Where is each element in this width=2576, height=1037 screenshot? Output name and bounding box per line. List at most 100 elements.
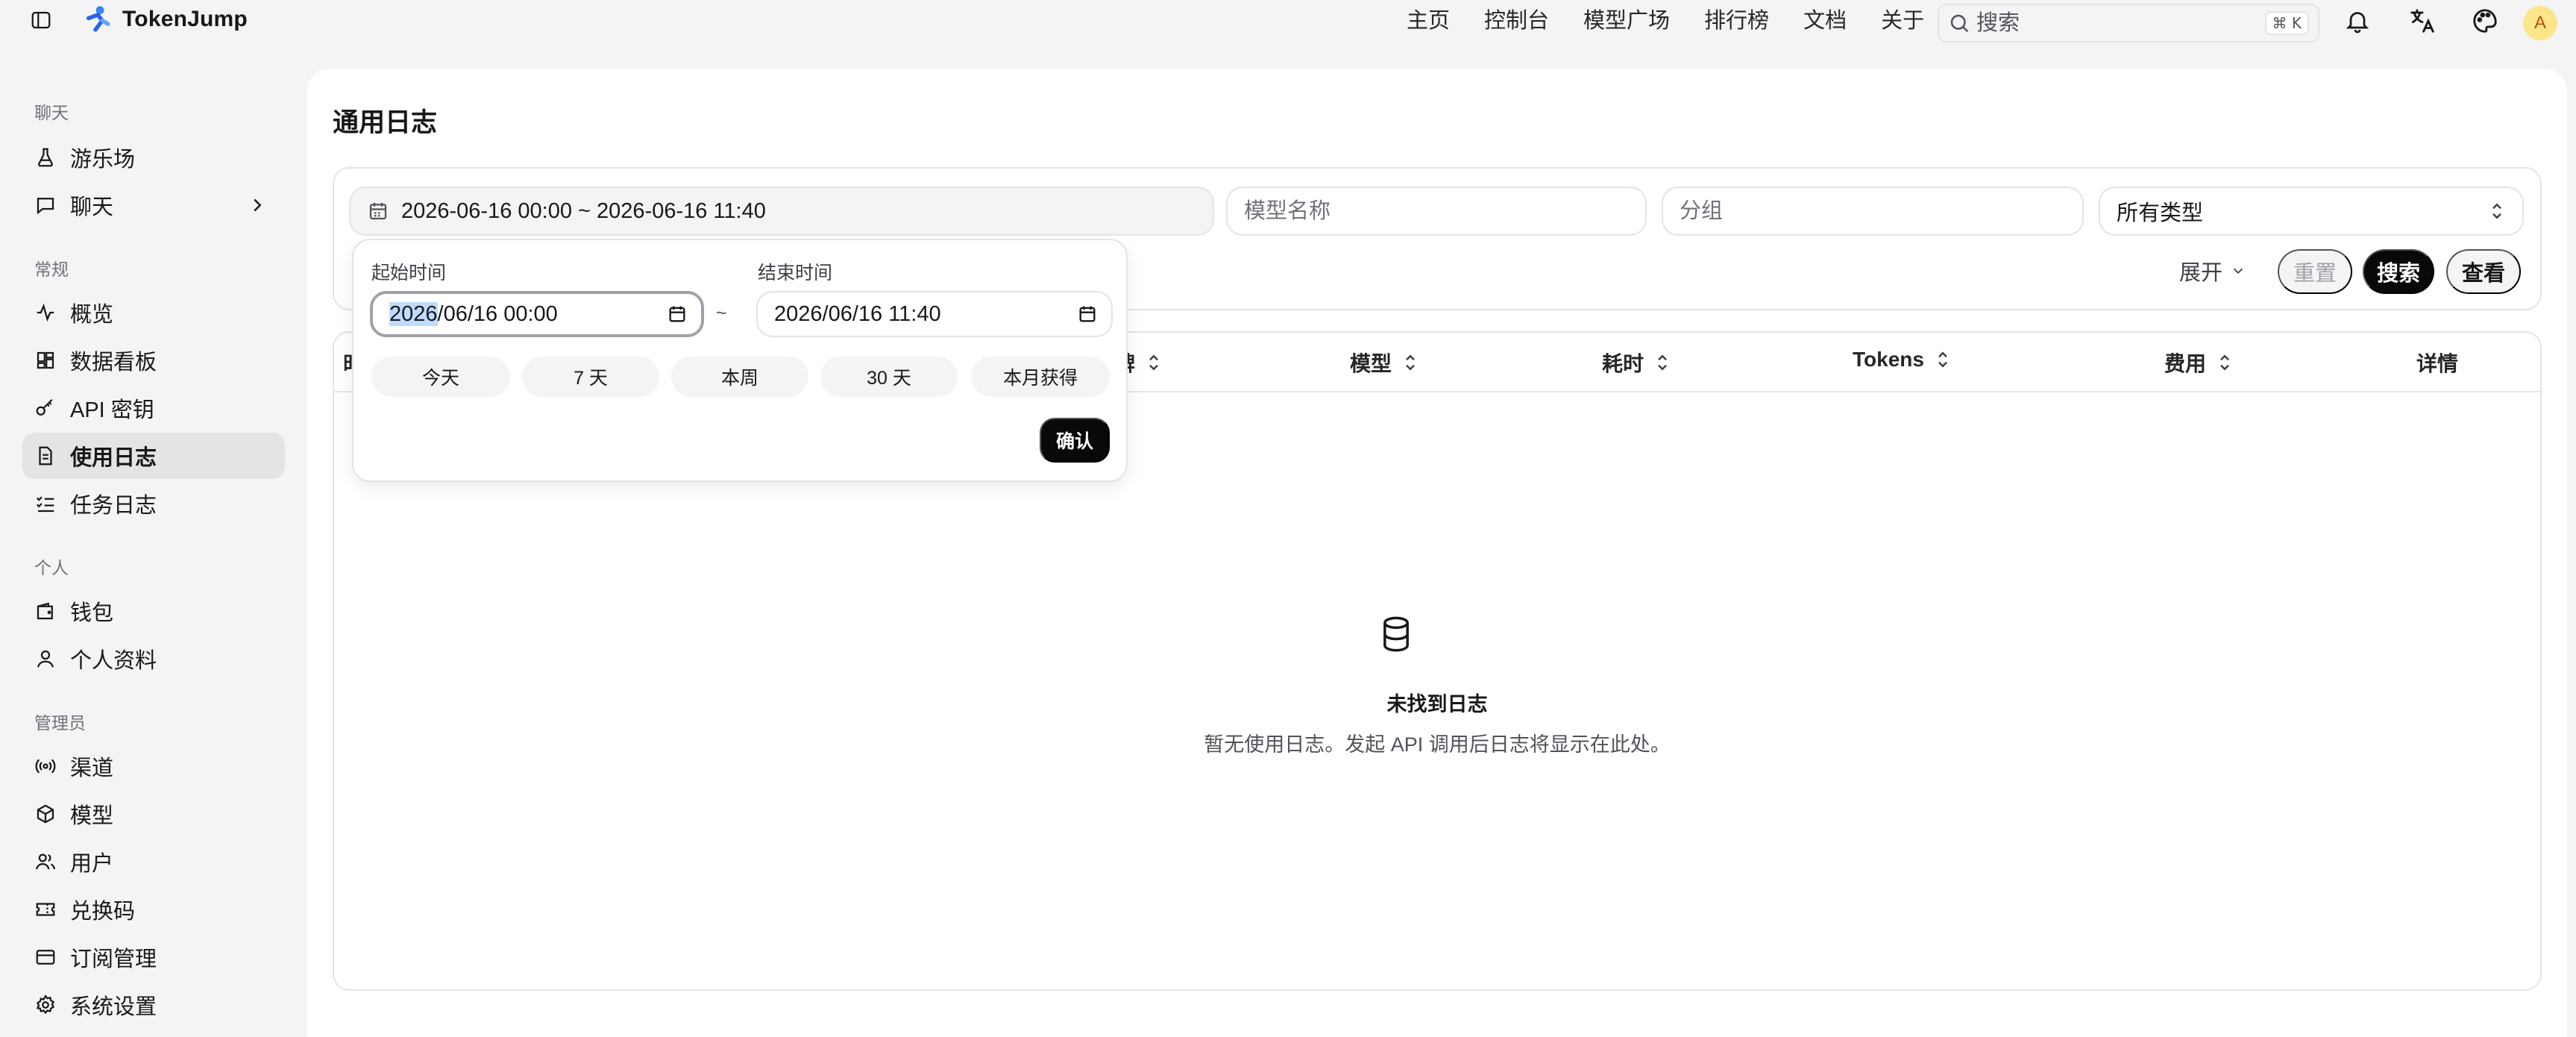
message-icon xyxy=(37,198,54,215)
start-datetime-rest: /06/16 00:00 xyxy=(437,301,558,326)
sidebar-item-label: 个人资料 xyxy=(70,649,157,673)
chevron-right-icon[interactable] xyxy=(246,194,268,216)
sidebar-item-wallet[interactable]: 钱包 xyxy=(22,588,285,634)
column-header-tokens[interactable]: Tokens xyxy=(1853,348,1951,372)
column-header-model[interactable]: 模型 xyxy=(1350,348,1419,377)
nav-model-square[interactable]: 模型广场 xyxy=(1583,6,1670,36)
quick-range-this-month[interactable]: 本月获得 xyxy=(971,357,1110,397)
bell-icon xyxy=(2346,12,2369,34)
view-button[interactable]: 查看 xyxy=(2446,249,2521,294)
model-name-field[interactable] xyxy=(1226,187,1647,236)
group-input[interactable] xyxy=(1680,198,2066,224)
sort-icon xyxy=(1149,354,1158,371)
search-icon xyxy=(1950,14,1969,33)
sidebar-item-label: 游乐场 xyxy=(70,148,136,172)
sidebar-item-api-keys[interactable]: API 密钥 xyxy=(22,385,285,431)
sidebar-item-task-logs[interactable]: 任务日志 xyxy=(22,480,285,527)
empty-state-title: 未找到日志 xyxy=(1386,693,1488,715)
radio-icon xyxy=(35,759,56,774)
expand-label: 展开 xyxy=(2179,261,2223,285)
reset-button[interactable]: 重置 xyxy=(2278,249,2352,294)
box-icon xyxy=(37,804,54,824)
log-type-value: 所有类型 xyxy=(2117,201,2204,225)
sidebar-item-dashboard[interactable]: 数据看板 xyxy=(22,337,285,383)
sidebar-item-label: 系统设置 xyxy=(70,995,157,1019)
sidebar-group-admin: 管理员 xyxy=(34,713,86,733)
quick-range-30-days[interactable]: 30 天 xyxy=(820,357,958,397)
list-check-icon xyxy=(36,496,54,513)
column-header-cost[interactable]: 费用 xyxy=(2164,348,2233,377)
database-icon xyxy=(1383,616,1409,652)
sidebar-item-playground[interactable]: 游乐场 xyxy=(22,134,285,181)
wallet-icon xyxy=(37,602,53,620)
range-separator: ~ xyxy=(716,303,727,324)
sidebar-item-profile[interactable]: 个人资料 xyxy=(22,636,285,682)
quick-range-7-days[interactable]: 7 天 xyxy=(522,357,659,397)
sidebar-group-personal: 个人 xyxy=(34,558,69,577)
empty-state-description: 暂无使用日志。发起 API 调用后日志将显示在此处。 xyxy=(1204,733,1671,756)
confirm-button[interactable]: 确认 xyxy=(1040,418,1110,463)
date-range-field[interactable]: 2026-06-16 00:00 ~ 2026-06-16 11:40 xyxy=(349,187,1214,236)
start-year-segment[interactable]: 2026 xyxy=(389,301,438,326)
chevron-down-icon xyxy=(2233,268,2243,275)
date-range-value: 2026-06-16 00:00 ~ 2026-06-16 11:40 xyxy=(401,198,766,223)
log-type-select[interactable]: 所有类型 xyxy=(2099,187,2524,236)
end-datetime-input[interactable]: 2026/06/16 11:40 xyxy=(756,291,1113,337)
search-shortcut-badge: ⌘ K xyxy=(2264,11,2309,35)
sidebar-item-label: 渠道 xyxy=(70,756,114,780)
language-button[interactable] xyxy=(2407,6,2437,36)
sidebar-item-redeem-codes[interactable]: 兑换码 xyxy=(22,886,285,933)
sort-icon xyxy=(2220,354,2229,371)
quick-range-this-week[interactable]: 本周 xyxy=(671,357,808,397)
expand-toggle[interactable]: 展开 xyxy=(2179,255,2246,286)
top-bar: TokenJump 主页 控制台 模型广场 排行榜 文档 关于 ⌘ K A xyxy=(0,0,2576,43)
brand[interactable]: TokenJump xyxy=(84,4,248,34)
sidebar-item-usage-logs[interactable]: 使用日志 xyxy=(22,433,285,479)
sidebar-item-label: 用户 xyxy=(70,852,114,876)
sidebar-item-overview[interactable]: 概览 xyxy=(22,289,285,336)
sidebar-toggle-icon[interactable] xyxy=(28,9,54,31)
sort-icon xyxy=(1658,354,1667,371)
nav-docs[interactable]: 文档 xyxy=(1803,6,1847,36)
nav-leaderboard[interactable]: 排行榜 xyxy=(1704,6,1769,36)
sidebar-item-subscriptions[interactable]: 订阅管理 xyxy=(22,934,285,980)
group-field[interactable] xyxy=(1662,187,2084,236)
notifications-button[interactable] xyxy=(2343,6,2372,36)
key-icon xyxy=(36,398,53,416)
search-input[interactable] xyxy=(1976,10,2265,36)
nav-about[interactable]: 关于 xyxy=(1881,6,1924,36)
sort-icon xyxy=(1938,351,1947,368)
sidebar-item-label: 数据看板 xyxy=(70,351,157,375)
sidebar-group-chat: 聊天 xyxy=(34,103,69,122)
global-search[interactable]: ⌘ K xyxy=(1938,4,2319,43)
sidebar-item-models[interactable]: 模型 xyxy=(22,791,285,837)
sidebar-item-label: 任务日志 xyxy=(70,494,157,518)
search-button[interactable]: 搜索 xyxy=(2363,249,2434,294)
sort-icon xyxy=(1406,354,1415,371)
sidebar-item-label: 模型 xyxy=(70,804,114,828)
nav-home[interactable]: 主页 xyxy=(1407,6,1450,36)
calendar-icon[interactable] xyxy=(1077,304,1098,325)
start-datetime-input[interactable]: 2026/06/16 00:00 xyxy=(370,291,704,337)
sidebar-item-system-settings[interactable]: 系统设置 xyxy=(22,982,285,1028)
page-title: 通用日志 xyxy=(333,108,438,137)
palette-icon xyxy=(2473,9,2497,33)
credit-card-icon xyxy=(36,950,55,965)
date-range-popover: 起始时间 结束时间 2026/06/16 00:00 ~ 2026/06/16 … xyxy=(352,239,1128,482)
calendar-icon xyxy=(369,202,387,220)
avatar[interactable]: A xyxy=(2523,6,2557,40)
nav-console[interactable]: 控制台 xyxy=(1484,6,1549,36)
sidebar-item-chat[interactable]: 聊天 xyxy=(22,182,285,228)
quick-range-today[interactable]: 今天 xyxy=(371,357,510,397)
brand-logo-icon xyxy=(87,6,110,32)
sidebar-item-users[interactable]: 用户 xyxy=(22,839,285,885)
translate-icon xyxy=(2410,9,2434,33)
sidebar-item-label: 使用日志 xyxy=(70,446,157,470)
dashboard-icon xyxy=(37,351,54,369)
sidebar-item-channels[interactable]: 渠道 xyxy=(22,743,285,789)
theme-button[interactable] xyxy=(2470,6,2500,36)
chevron-updown-icon xyxy=(2492,203,2501,219)
column-header-duration[interactable]: 耗时 xyxy=(1602,348,1671,377)
calendar-icon[interactable] xyxy=(667,304,688,325)
model-name-input[interactable] xyxy=(1244,198,1629,224)
